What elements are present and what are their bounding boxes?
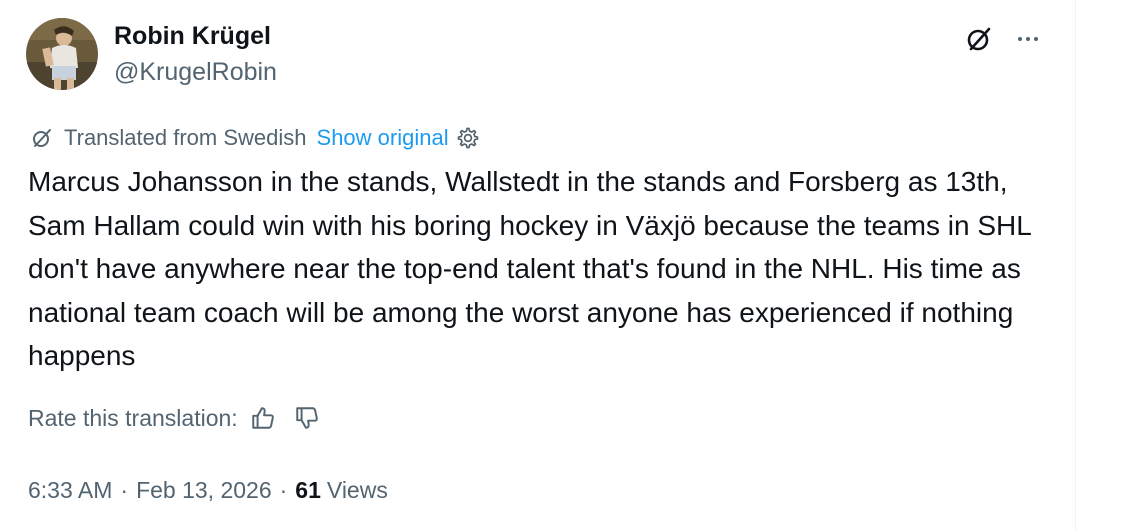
views-label: Views	[326, 476, 388, 503]
views-count: 61	[295, 476, 321, 503]
avatar-photo	[26, 18, 98, 90]
grok-icon	[967, 27, 991, 51]
grok-icon	[30, 125, 56, 151]
grok-button[interactable]	[962, 22, 996, 56]
tweet-text: Marcus Johansson in the stands, Wallsted…	[28, 166, 1031, 371]
author-handle[interactable]: @KrugelRobin	[114, 58, 277, 87]
tweet-date[interactable]: Feb 13, 2026	[136, 477, 272, 504]
meta-separator: ·	[120, 476, 129, 503]
gear-icon[interactable]	[455, 125, 481, 151]
more-options-button[interactable]	[1010, 22, 1046, 56]
rate-translation: Rate this translation:	[28, 402, 322, 434]
thumbs-down-icon[interactable]	[292, 403, 322, 433]
avatar[interactable]	[26, 18, 98, 90]
author-display-name[interactable]: Robin Krügel	[114, 22, 271, 51]
show-original-link[interactable]: Show original	[317, 125, 449, 151]
more-icon	[1018, 37, 1022, 41]
column-divider	[1075, 0, 1076, 530]
meta-separator: ·	[279, 476, 288, 503]
rate-translation-label: Rate this translation:	[28, 404, 238, 431]
tweet-detail: Robin Krügel @KrugelRobin Translated fro…	[0, 0, 1075, 530]
thumbs-up-icon[interactable]	[248, 403, 278, 433]
translated-from-label: Translated from Swedish	[64, 125, 307, 150]
tweet-meta: 6:33 AM · Feb 13, 2026 · 61 Views	[28, 474, 388, 506]
tweet-time[interactable]: 6:33 AM	[28, 477, 112, 504]
translation-notice: Translated from Swedish Show original	[30, 124, 481, 152]
